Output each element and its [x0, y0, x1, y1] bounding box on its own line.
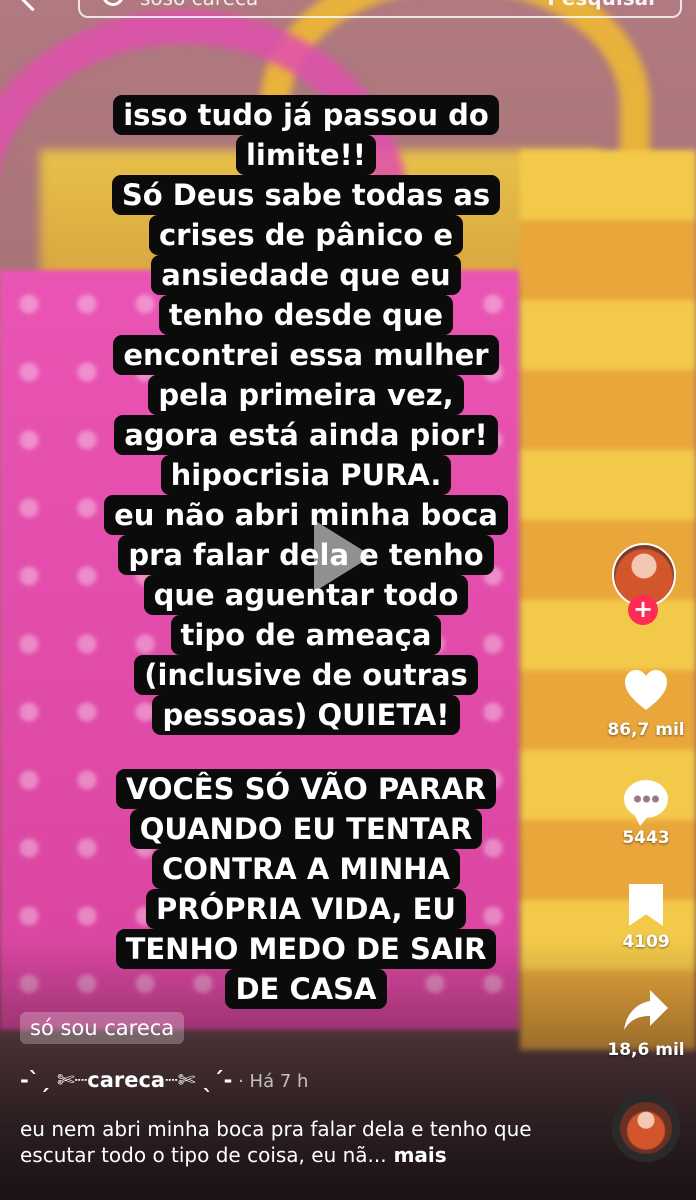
caption-line: DE CASA: [225, 969, 387, 1009]
caption-line: eu não abri minha boca: [104, 495, 508, 535]
share-icon[interactable]: [622, 988, 670, 1032]
sound-disc[interactable]: [612, 1094, 680, 1162]
video-caption-block-1: isso tudo já passou do limite!! Só Deus sa…: [0, 95, 612, 735]
follow-button[interactable]: +: [628, 595, 658, 625]
search-box[interactable]: soso careca Pesquisar: [78, 0, 682, 18]
caption-line: TENHO MEDO DE SAIR: [115, 929, 497, 969]
caption-line: ansiedade que eu: [151, 255, 461, 295]
comment-action[interactable]: 5443: [606, 780, 686, 848]
like-action[interactable]: 86,7 mil: [606, 668, 686, 740]
like-count: 86,7 mil: [607, 720, 685, 740]
comment-dots: [633, 795, 659, 803]
caption-line: hipocrisia PURA.: [160, 455, 452, 495]
play-icon[interactable]: [314, 520, 372, 592]
save-action[interactable]: 4109: [606, 884, 686, 952]
caption-line: VOCÊS SÓ VÃO PARAR: [115, 769, 497, 809]
search-icon: [102, 0, 124, 6]
caption-line: pra falar dela e tenho: [118, 535, 494, 575]
caption-line: tipo de ameaça: [170, 615, 442, 655]
back-arrow-icon[interactable]: [17, 0, 48, 12]
sound-disc-avatar: [620, 1102, 672, 1154]
video-description[interactable]: eu nem abri minha boca pra falar dela e …: [20, 1116, 560, 1168]
top-search-bar: soso careca Pesquisar: [0, 0, 696, 30]
description-text: eu nem abri minha boca pra falar dela e …: [20, 1117, 532, 1167]
share-count: 18,6 mil: [607, 1040, 685, 1060]
caption-line: (inclusive de outras: [134, 655, 478, 695]
caption-line: isso tudo já passou do: [113, 95, 499, 135]
caption-line: crises de pânico e: [148, 215, 464, 255]
caption-line: Só Deus sabe todas as: [111, 175, 501, 215]
caption-line: agora está ainda pior!: [114, 415, 498, 455]
author-name[interactable]: -ˋˏ ✄┈careca┈✄ ˎˊ-: [20, 1068, 232, 1092]
caption-line: PRÓPRIA VIDA, EU: [146, 889, 466, 929]
search-button[interactable]: Pesquisar: [547, 0, 658, 10]
search-query[interactable]: soso careca: [140, 0, 258, 10]
caption-line: CONTRA A MINHA: [151, 849, 461, 889]
save-count: 4109: [622, 932, 670, 952]
caption-line: QUANDO EU TENTAR: [129, 809, 483, 849]
caption-line: pessoas) QUIETA!: [152, 695, 460, 735]
post-time: Há 7 h: [249, 1071, 309, 1092]
bookmark-icon[interactable]: [629, 884, 663, 926]
creator-avatar-group: +: [612, 543, 680, 627]
heart-icon[interactable]: [623, 668, 669, 712]
author-line: -ˋˏ ✄┈careca┈✄ ˎˊ- · Há 7 h: [20, 1068, 308, 1092]
separator: ·: [232, 1071, 250, 1092]
caption-line: que aguentar todo: [143, 575, 469, 615]
caption-line: pela primeira vez,: [148, 375, 464, 415]
caption-line: limite!!: [235, 135, 377, 175]
more-link[interactable]: mais: [387, 1143, 447, 1167]
caption-line: encontrei essa mulher: [113, 335, 499, 375]
comment-icon[interactable]: [624, 780, 668, 826]
caption-line: tenho desde que: [158, 295, 454, 335]
video-caption-block-2: VOCÊS SÓ VÃO PARAR QUANDO EU TENTAR CONTRA…: [0, 769, 612, 1009]
share-action[interactable]: 18,6 mil: [606, 988, 686, 1060]
sound-chip[interactable]: só sou careca: [20, 1012, 185, 1044]
comment-count: 5443: [622, 828, 670, 848]
